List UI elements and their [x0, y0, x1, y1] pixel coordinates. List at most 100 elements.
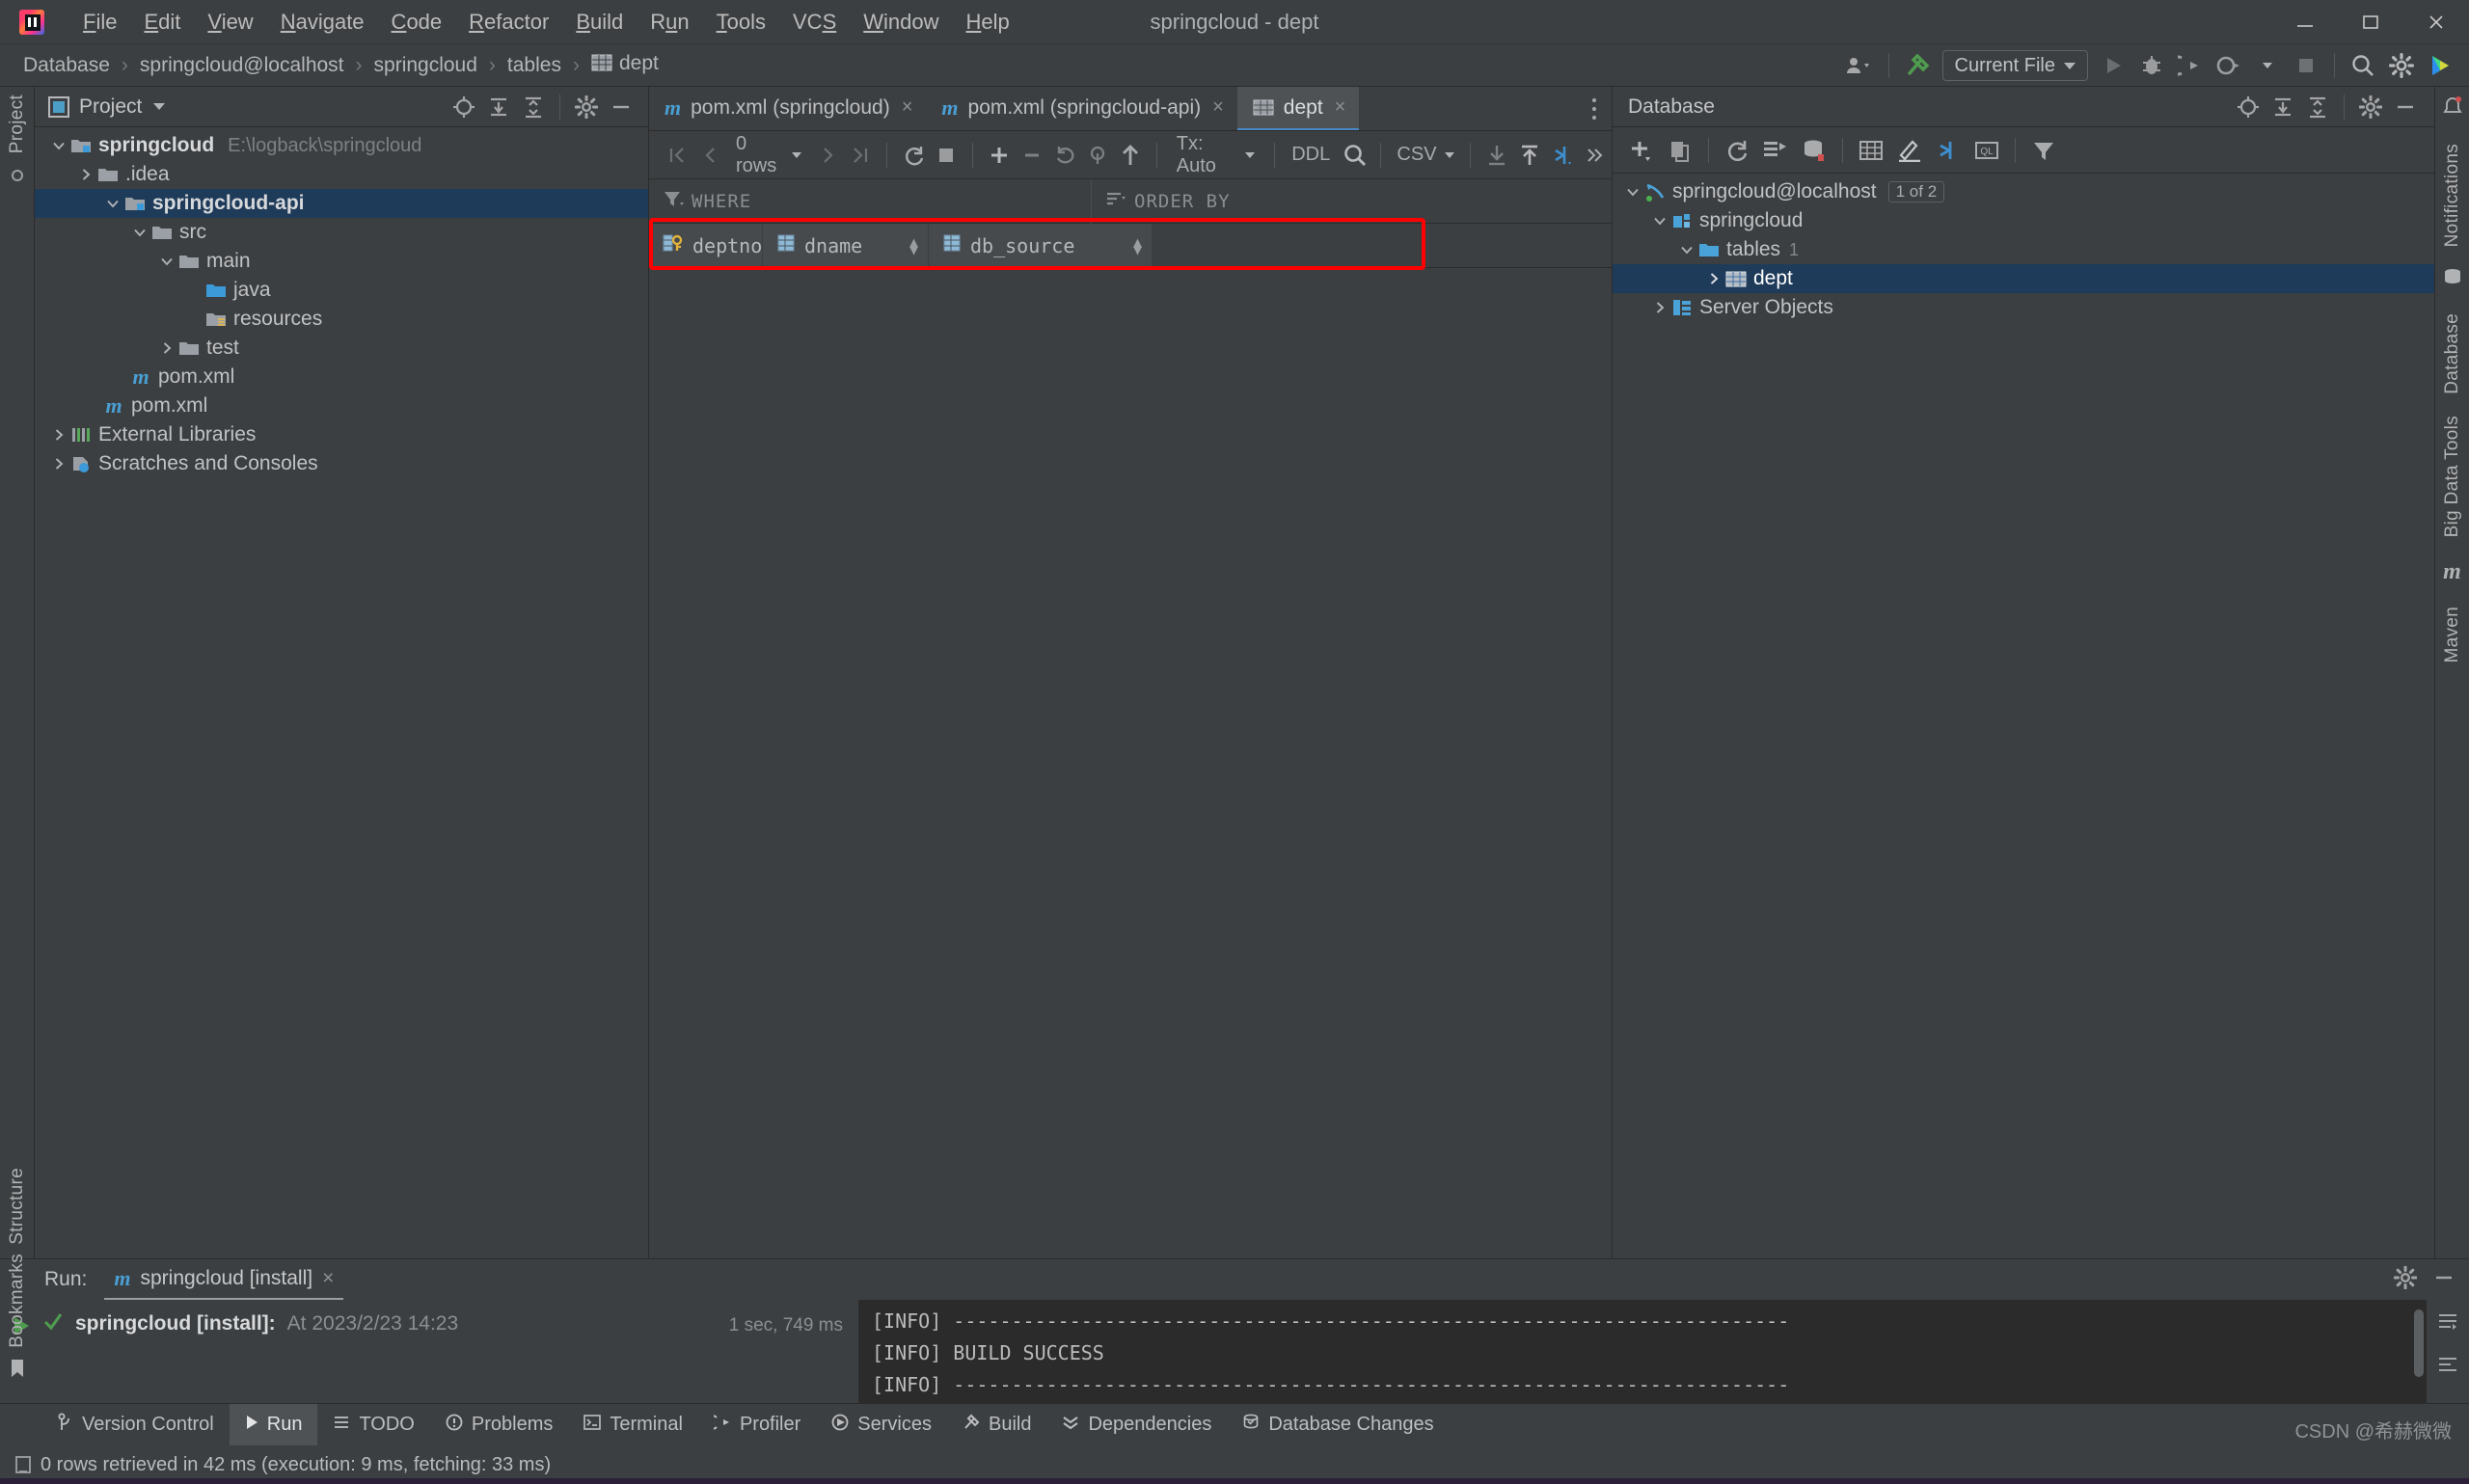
settings-icon[interactable] — [2382, 46, 2421, 85]
order-by-filter[interactable]: ORDER BY — [1092, 179, 1231, 223]
tree-item-springcloud-api[interactable]: springcloud-api — [35, 189, 648, 218]
tool-tab-run[interactable]: Run — [229, 1404, 318, 1445]
tree-item-pom-root[interactable]: m pom.xml — [35, 391, 648, 420]
breadcrumb-item-database[interactable]: Database — [14, 52, 120, 79]
refresh-icon[interactable] — [1718, 131, 1756, 170]
rail-tab-big-data-tools[interactable]: Big Data Tools — [2442, 416, 2463, 537]
breadcrumb-item-schema[interactable]: springcloud — [365, 52, 487, 79]
close-icon[interactable]: × — [322, 1267, 334, 1290]
chevron-down-icon[interactable] — [142, 90, 176, 124]
tool-tab-database-changes[interactable]: Database Changes — [1227, 1404, 1449, 1445]
menu-help[interactable]: Help — [953, 5, 1023, 40]
run-icon[interactable] — [2094, 46, 2132, 85]
tool-tab-dependencies[interactable]: Dependencies — [1046, 1404, 1227, 1445]
modify-icon[interactable] — [1890, 131, 1929, 170]
locate-icon[interactable] — [2231, 90, 2266, 124]
hide-icon[interactable] — [2388, 90, 2423, 124]
menu-view[interactable]: View — [194, 5, 266, 40]
chevron-down-icon[interactable] — [1622, 185, 1643, 199]
tool-tab-problems[interactable]: Problems — [430, 1404, 568, 1445]
hide-icon[interactable] — [604, 90, 638, 124]
tree-item-idea[interactable]: .idea — [35, 160, 648, 189]
data-grid-body[interactable] — [649, 268, 1612, 1258]
tree-item-test[interactable]: test — [35, 334, 648, 363]
tree-item-table-dept[interactable]: dept — [1613, 264, 2434, 293]
console-scrollbar[interactable] — [2414, 1309, 2424, 1377]
where-filter[interactable]: WHERE — [649, 179, 1091, 223]
tool-tab-build[interactable]: Build — [947, 1404, 1046, 1445]
sort-toggle-icon[interactable]: ▲▼ — [909, 234, 918, 256]
tree-item-external-libraries[interactable]: External Libraries — [35, 420, 648, 449]
revert-icon[interactable] — [1048, 138, 1081, 173]
import-icon[interactable] — [1480, 138, 1513, 173]
chevron-down-icon[interactable] — [2248, 46, 2287, 85]
rail-tab-project[interactable]: Project — [7, 94, 28, 153]
run-configuration-selector[interactable]: Current File — [1941, 50, 2088, 81]
close-icon[interactable]: × — [1335, 96, 1346, 119]
sort-toggle-icon[interactable]: ▲▼ — [1133, 234, 1142, 256]
chevron-right-icon[interactable] — [48, 457, 69, 471]
breadcrumb-item-table[interactable]: dept — [582, 50, 668, 80]
more-icon[interactable] — [1579, 138, 1612, 173]
jump-to-icon[interactable] — [1546, 138, 1579, 173]
chevron-down-icon[interactable] — [48, 139, 69, 152]
menu-vcs[interactable]: VCS — [779, 5, 850, 40]
collapse-icon[interactable] — [2436, 1355, 2459, 1381]
chevron-right-icon[interactable] — [75, 168, 96, 181]
tree-item-resources[interactable]: resources — [35, 305, 648, 334]
tab-pom-springcloud[interactable]: m pom.xml (springcloud) × — [649, 87, 926, 130]
menu-refactor[interactable]: Refactor — [455, 5, 562, 40]
column-header-db-source[interactable]: db_source ▲ ▼ — [929, 224, 1153, 267]
column-header-dname[interactable]: dname ▲ ▼ — [763, 224, 929, 267]
hammer-build-icon[interactable] — [1898, 46, 1937, 85]
settings-icon[interactable] — [2353, 90, 2388, 124]
ddl-button[interactable]: DDL — [1285, 138, 1338, 173]
database-tree[interactable]: springcloud@localhost 1 of 2 springcloud — [1613, 174, 2434, 1258]
menu-window[interactable]: Window — [850, 5, 952, 40]
run-tree[interactable]: springcloud [install]: At 2023/2/23 14:2… — [0, 1300, 858, 1403]
tab-dept[interactable]: dept × — [1236, 87, 1360, 130]
reload-icon[interactable] — [897, 138, 930, 173]
settings-icon[interactable] — [2393, 1265, 2418, 1294]
locate-icon[interactable] — [447, 90, 481, 124]
chevron-down-icon[interactable] — [1649, 214, 1670, 228]
db-properties-icon[interactable] — [1795, 131, 1833, 170]
export-icon[interactable] — [1513, 138, 1546, 173]
row-count-selector[interactable]: 0 rows — [726, 133, 811, 176]
tree-item-server-objects[interactable]: Server Objects — [1613, 293, 2434, 322]
menu-file[interactable]: File — [69, 5, 130, 40]
add-row-icon[interactable] — [983, 138, 1016, 173]
tree-item-springcloud[interactable]: springcloud E:\logback\springcloud — [35, 131, 648, 160]
collapse-all-icon[interactable] — [516, 90, 551, 124]
commit-icon[interactable] — [9, 167, 26, 189]
stop-icon[interactable] — [930, 138, 963, 173]
hide-icon[interactable] — [2432, 1266, 2455, 1294]
column-header-deptno[interactable]: deptno ▲▼ — [649, 224, 779, 267]
filter-icon[interactable] — [2024, 131, 2063, 170]
duplicate-icon[interactable] — [1661, 131, 1699, 170]
prev-page-icon[interactable] — [693, 138, 726, 173]
tab-pom-springcloud-api[interactable]: m pom.xml (springcloud-api) × — [926, 87, 1236, 130]
new-icon[interactable] — [1622, 131, 1661, 170]
expand-all-icon[interactable] — [481, 90, 516, 124]
close-icon[interactable]: × — [902, 96, 913, 119]
maximize-button[interactable] — [2338, 0, 2403, 44]
debug-icon[interactable] — [2132, 46, 2171, 85]
expand-all-icon[interactable] — [2266, 90, 2300, 124]
menu-build[interactable]: Build — [562, 5, 637, 40]
menu-code[interactable]: Code — [378, 5, 456, 40]
chevron-right-icon[interactable] — [1649, 301, 1670, 314]
more-tabs-icon[interactable] — [1590, 87, 1598, 131]
tool-tab-todo[interactable]: TODO — [317, 1404, 429, 1445]
close-icon[interactable]: × — [1212, 96, 1224, 119]
last-page-icon[interactable] — [844, 138, 877, 173]
chevron-down-icon[interactable] — [1676, 243, 1697, 256]
chevron-down-icon[interactable] — [156, 255, 177, 268]
user-dropdown-icon[interactable] — [1841, 46, 1880, 85]
query-console-icon[interactable]: QL — [1967, 131, 2006, 170]
sync-icon[interactable] — [1756, 131, 1795, 170]
tool-tab-services[interactable]: Services — [816, 1404, 947, 1445]
tree-item-datasource[interactable]: springcloud@localhost 1 of 2 — [1613, 177, 2434, 206]
jump-to-icon[interactable] — [1929, 131, 1967, 170]
breadcrumb-item-datasource[interactable]: springcloud@localhost — [130, 52, 354, 79]
